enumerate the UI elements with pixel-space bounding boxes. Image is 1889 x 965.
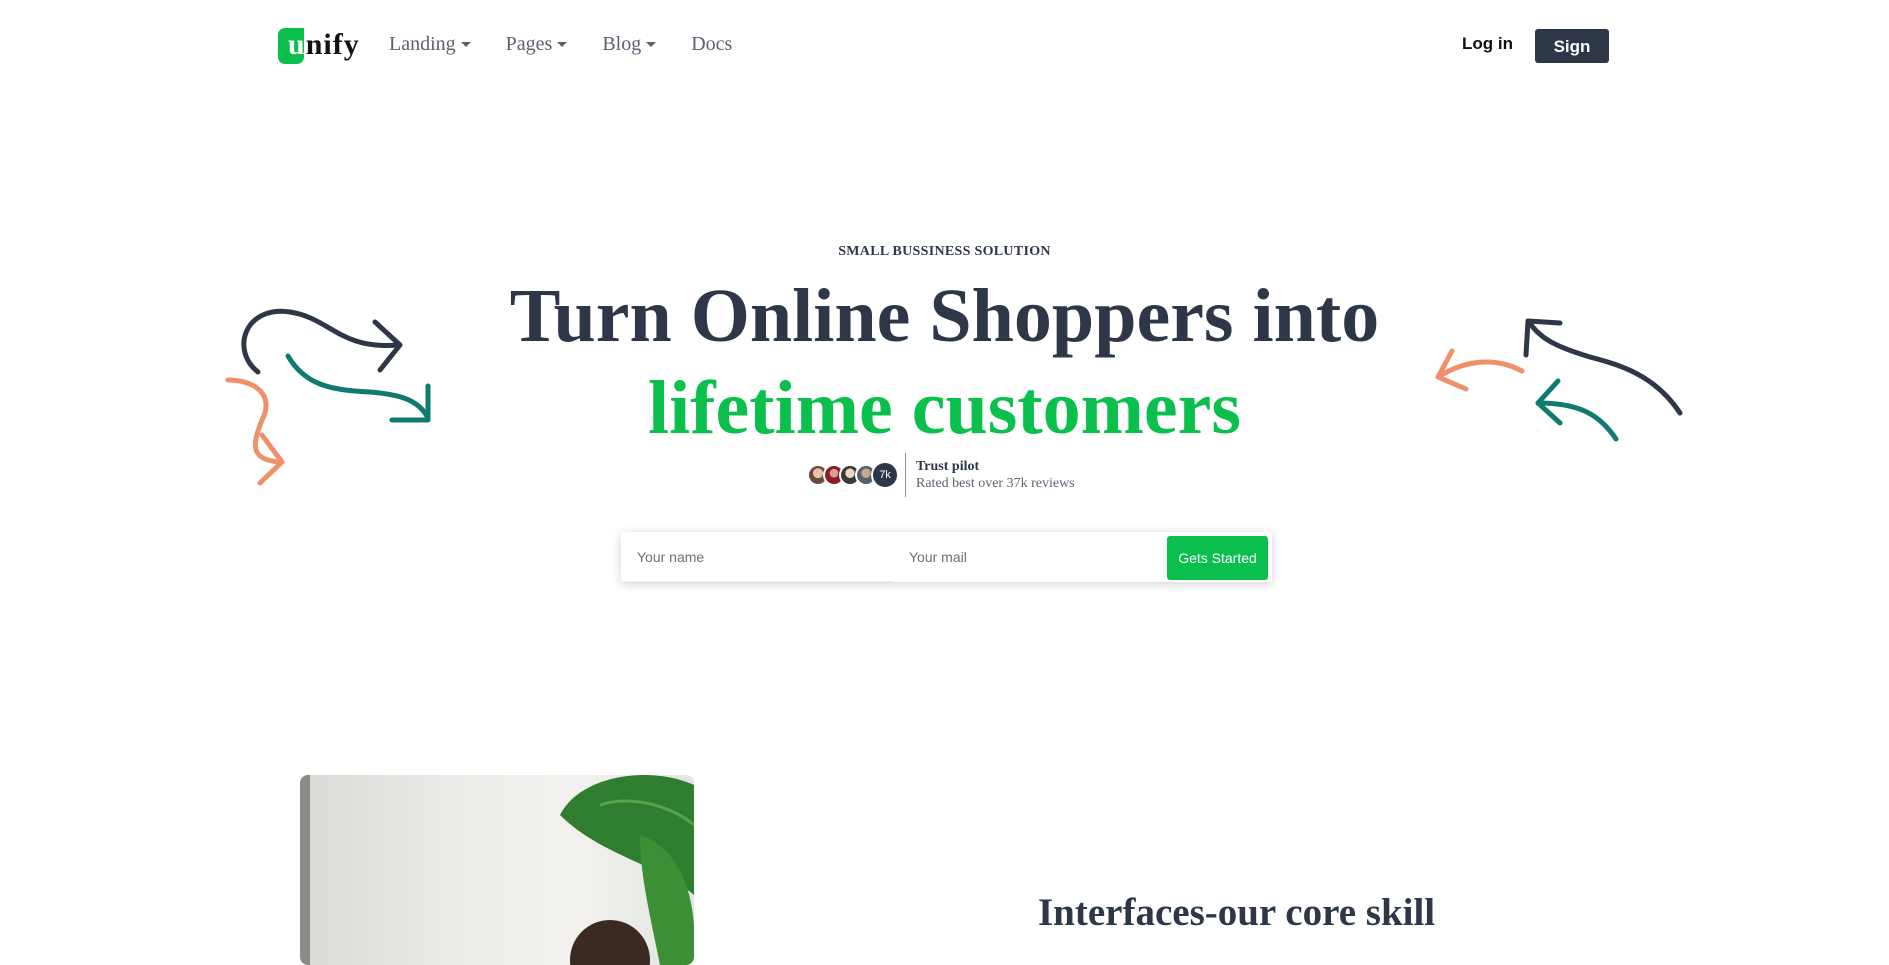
nav-item-label: Landing (389, 33, 456, 55)
avatar-count-badge: 7k (871, 461, 899, 489)
nav-item-label: Docs (691, 33, 733, 55)
email-input[interactable] (893, 532, 1165, 582)
nav-item-landing[interactable]: Landing (389, 33, 471, 56)
headline-line-2: lifetime customers (648, 366, 1241, 450)
nav-item-label: Blog (602, 33, 642, 55)
hero-signup-form: Gets Started (621, 532, 1272, 582)
nav-item-label: Pages (505, 33, 553, 55)
logo-text: unify (288, 28, 360, 61)
name-input[interactable] (621, 532, 893, 582)
top-navbar: unify Landing Pages Blog Docs Log in Sig… (0, 0, 1889, 92)
get-started-button[interactable]: Gets Started (1167, 536, 1268, 580)
trust-title: Trust pilot (916, 459, 980, 474)
feature-photo (300, 775, 694, 965)
nav-item-pages[interactable]: Pages (506, 33, 568, 56)
signup-button[interactable]: Sign up (1535, 29, 1609, 90)
headline-line-1: Turn Online Shoppers into (509, 274, 1380, 358)
hero-eyebrow: SMALL BUSSINESS SOLUTION (838, 244, 1051, 259)
nav-item-docs[interactable]: Docs (691, 33, 732, 56)
trust-subtitle: Rated best over 37k reviews (916, 476, 1075, 491)
caret-down-icon (557, 42, 568, 47)
hero-headline: Turn Online Shoppers into lifetime custo… (0, 270, 1889, 454)
trust-text: Trust pilot Rated best over 37k reviews (916, 458, 1075, 492)
caret-down-icon (646, 42, 657, 47)
login-link[interactable]: Log in (1462, 34, 1513, 54)
nav-menu: Landing Pages Blog Docs (389, 33, 732, 56)
section-title: Interfaces-our core skill (1038, 891, 1436, 934)
caret-down-icon (460, 42, 471, 47)
plant-leaves-image (560, 775, 694, 965)
nav-item-blog[interactable]: Blog (602, 33, 657, 56)
brand-logo[interactable]: unify (278, 28, 359, 64)
trust-badge: 7k Trust pilot Rated best over 37k revie… (807, 453, 1075, 497)
window-frame (300, 775, 310, 965)
avatar-group: 7k (807, 461, 899, 489)
divider (905, 453, 906, 497)
